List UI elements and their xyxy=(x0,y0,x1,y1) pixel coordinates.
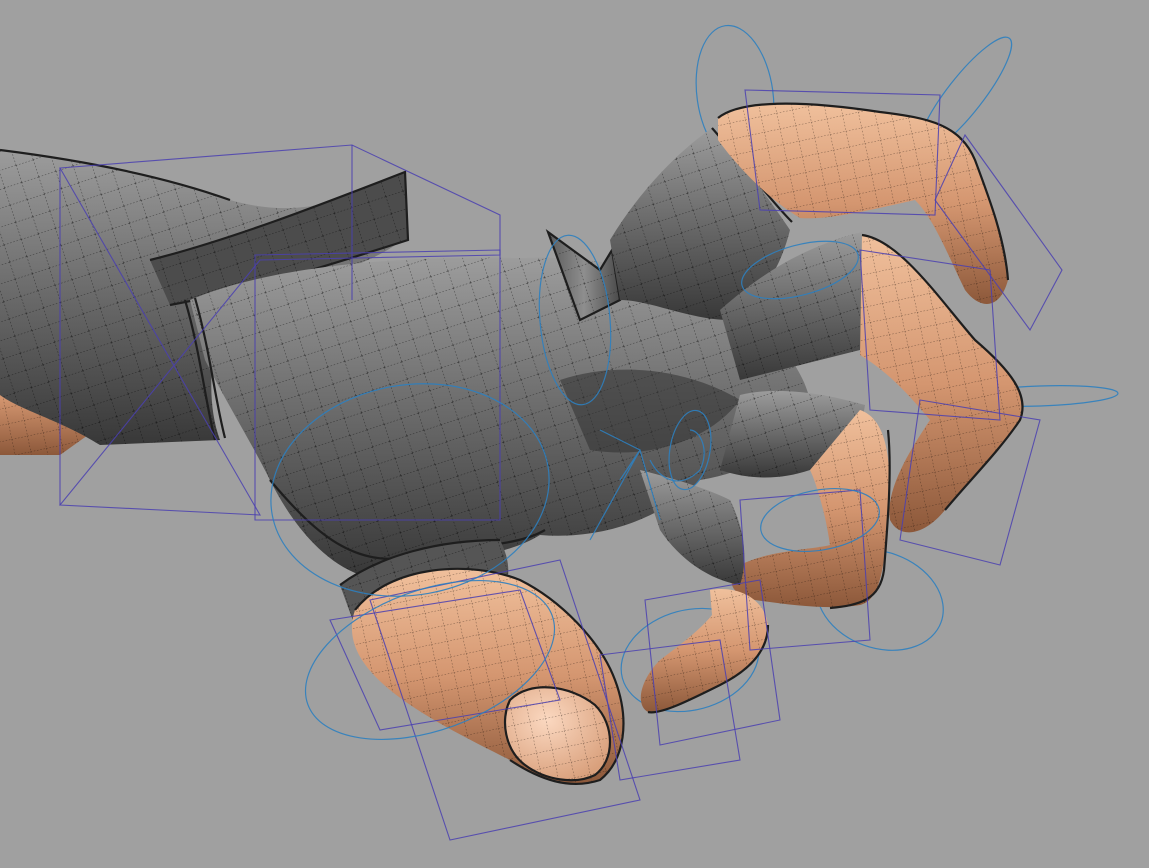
maya-3d-viewport[interactable] xyxy=(0,0,1149,868)
viewport-canvas[interactable] xyxy=(0,0,1149,868)
